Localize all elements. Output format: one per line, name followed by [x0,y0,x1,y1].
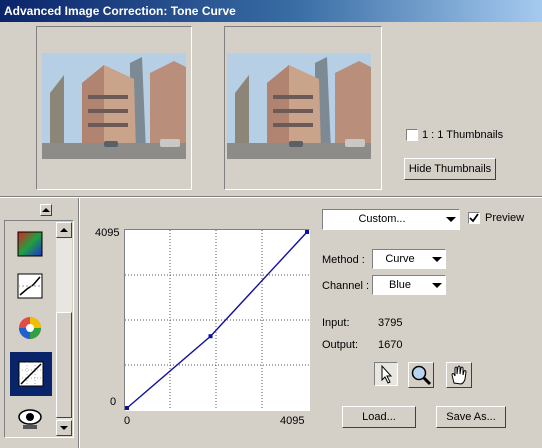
eye-tool-icon [18,409,42,429]
preview-photo [227,53,371,159]
y-min-label: 0 [110,396,117,408]
preset-dropdown[interactable]: Custom... [322,209,460,230]
tool-color-wheel[interactable] [10,308,50,348]
tool-scrollbar-up-button[interactable] [56,222,72,238]
original-thumbnail [36,26,192,190]
one-to-one-checkbox[interactable] [406,129,418,141]
chevron-down-icon [432,257,442,262]
channel-dropdown[interactable]: Blue [372,275,446,295]
tool-tone-curve[interactable] [10,352,52,396]
check-mark-icon [469,213,479,223]
tone-curve-graph[interactable] [124,229,310,411]
method-value: Curve [385,253,415,265]
channel-value: Blue [388,279,412,291]
one-to-one-label: 1 : 1 Thumbnails [422,129,504,141]
y-max-label: 4095 [95,227,120,239]
preview-label: Preview [485,212,525,224]
panel-divider [78,198,80,448]
original-photo [42,53,186,159]
preset-value: Custom... [358,213,406,225]
tool-scrollbar[interactable] [56,222,72,436]
levels-icon [17,273,43,299]
load-button[interactable]: Load... [342,406,416,428]
tool-scrollbar-thumb[interactable] [56,312,72,418]
color-balance-icon [17,231,43,257]
x-max-label: 4095 [280,415,305,427]
color-wheel-icon [19,317,41,339]
scroll-down-icon [60,426,68,430]
scroll-up-icon [60,228,68,232]
tool-color-balance[interactable] [10,224,50,264]
arrow-pointer-icon [381,364,393,384]
hide-thumbnails-button[interactable]: Hide Thumbnails [404,158,496,180]
chevron-down-icon [432,283,442,288]
output-value: 1670 [378,339,403,351]
tool-scroll-up-button[interactable] [40,204,52,216]
magnifier-icon [411,365,432,386]
channel-label: Channel : [322,280,370,292]
tool-eye[interactable] [10,398,50,438]
tool-levels[interactable] [10,266,50,306]
section-divider [0,196,542,198]
pointer-tool-button[interactable] [374,362,398,386]
x-min-label: 0 [124,415,131,427]
curve-control-point-0[interactable] [125,406,129,410]
tone-curve-line[interactable] [126,231,308,409]
hand-icon [451,365,467,385]
window-title: Advanced Image Correction: Tone Curve [0,0,542,22]
curve-control-point-2[interactable] [305,230,309,234]
preview-checkbox[interactable] [468,212,480,224]
curve-control-point-1[interactable] [208,334,213,339]
input-value: 3795 [378,317,403,329]
method-dropdown[interactable]: Curve [372,249,446,269]
tone-curve-icon [18,361,44,387]
tool-scrollbar-down-button[interactable] [56,420,72,436]
chevron-down-icon [446,217,456,222]
preview-thumbnail [224,26,382,190]
input-label: Input: [322,317,350,329]
method-label: Method : [322,254,365,266]
output-label: Output: [322,339,359,351]
hand-tool-button[interactable] [446,362,472,388]
save-as-button[interactable]: Save As... [436,406,506,428]
scroll-up-arrow-icon [42,208,50,212]
zoom-tool-button[interactable] [408,362,434,388]
